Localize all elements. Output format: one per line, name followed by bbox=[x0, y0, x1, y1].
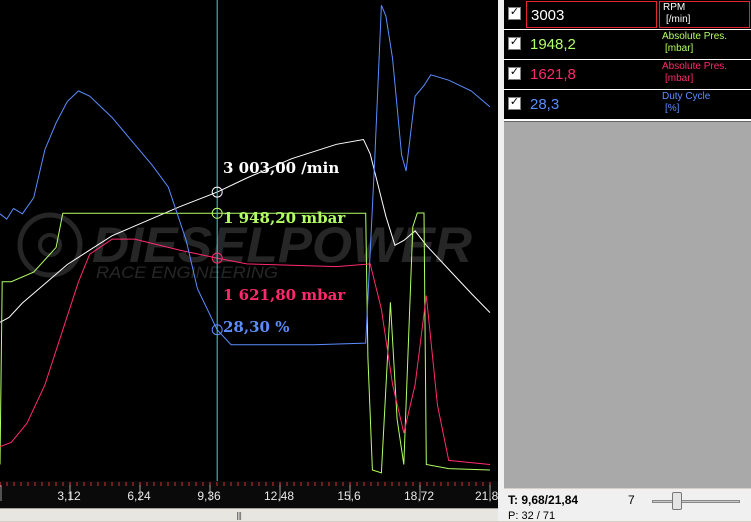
channel-checkbox[interactable]: ✓ bbox=[508, 5, 521, 20]
watermark-turbo-icon bbox=[17, 212, 83, 278]
channel-label: RPM [/min] bbox=[659, 1, 750, 28]
watermark-subtitle: RACE ENGINEERING bbox=[96, 263, 278, 282]
channel-unit: [mbar] bbox=[665, 43, 694, 54]
channel-unit: [/min] bbox=[666, 14, 691, 25]
channel-name: Duty Cycle bbox=[662, 91, 711, 102]
channel-unit: [mbar] bbox=[665, 73, 694, 84]
horizontal-scrollbar[interactable]: ||| bbox=[0, 508, 498, 521]
channel-name: RPM bbox=[663, 2, 686, 13]
axis-tick-label: 15,6 bbox=[337, 489, 361, 503]
channel-value: 1621,8 bbox=[530, 66, 576, 83]
channel-checkbox[interactable]: ✓ bbox=[508, 65, 521, 80]
axis-tick-label: 18,72 bbox=[404, 489, 434, 503]
checkmark-icon: ✓ bbox=[509, 95, 520, 108]
checkmark-icon: ✓ bbox=[509, 5, 520, 18]
axis-tick-label: 9,36 bbox=[197, 489, 221, 503]
chart-svg[interactable]: DIESELPOWER RACE ENGINEERING 3 003,00 /m… bbox=[0, 0, 498, 481]
cursor-readout-boost-target: 1 621,80 mbar bbox=[223, 286, 346, 304]
cursor-readout-rpm: 3 003,00 /min bbox=[223, 159, 339, 177]
scrollbar-grip-icon[interactable]: ||| bbox=[236, 511, 252, 520]
zoom-level-value: 7 bbox=[628, 493, 635, 507]
channel-row[interactable]: ✓ 28,3 Duty Cycle [%] bbox=[504, 90, 751, 119]
channel-label: Absolute Pres. [mbar] bbox=[659, 61, 750, 88]
channel-label: Duty Cycle [%] bbox=[659, 91, 750, 118]
axis-tick-label: 6,24 bbox=[127, 489, 151, 503]
axis-tick-label: 12,48 bbox=[264, 489, 294, 503]
channel-list-empty-area bbox=[504, 121, 751, 488]
cursor-readout-boost-actual: 1 948,20 mbar bbox=[223, 209, 346, 227]
channel-checkbox[interactable]: ✓ bbox=[508, 95, 521, 110]
channel-row[interactable]: ✓ 1621,8 Absolute Pres. [mbar] bbox=[504, 60, 751, 89]
zoom-slider-thumb[interactable] bbox=[671, 492, 682, 510]
x-axis: 3,12 6,24 9,36 12,48 15,6 18,72 21,8 bbox=[0, 481, 498, 508]
channel-value: 3003 bbox=[526, 1, 657, 28]
cursor-info-bar: T: 9,68/21,84 P: 32 / 71 7 bbox=[504, 489, 751, 522]
channel-name: Absolute Pres. bbox=[662, 61, 728, 72]
axis-tick-label: 21,8 bbox=[475, 489, 498, 503]
cursor-time-readout: T: 9,68/21,84 bbox=[508, 493, 579, 507]
cursor-readout-duty-cycle: 28,30 % bbox=[223, 318, 289, 336]
zoom-slider-track[interactable] bbox=[652, 500, 740, 503]
checkmark-icon: ✓ bbox=[509, 35, 520, 48]
channel-row[interactable]: ✓ 1948,2 Absolute Pres. [mbar] bbox=[504, 30, 751, 59]
channel-checkbox[interactable]: ✓ bbox=[508, 35, 521, 50]
channel-row[interactable]: ✓ 3003 RPM [/min] bbox=[504, 0, 751, 29]
channel-unit: [%] bbox=[665, 103, 680, 114]
checkmark-icon: ✓ bbox=[509, 65, 520, 78]
x-axis-svg: 3,12 6,24 9,36 12,48 15,6 18,72 21,8 bbox=[0, 482, 498, 503]
channel-label: Absolute Pres. [mbar] bbox=[659, 31, 750, 58]
chart-plot-area[interactable]: DIESELPOWER RACE ENGINEERING 3 003,00 /m… bbox=[0, 0, 498, 481]
cursor-point-readout: P: 32 / 71 bbox=[508, 510, 556, 522]
channel-name: Absolute Pres. bbox=[662, 31, 728, 42]
channel-value: 1948,2 bbox=[530, 36, 576, 53]
axis-tick-label: 3,12 bbox=[57, 489, 81, 503]
channel-list: ✓ 3003 RPM [/min] ✓ 1948,2 Absolute Pres. [mbar… bbox=[504, 0, 751, 121]
channel-value: 28,3 bbox=[530, 96, 560, 113]
